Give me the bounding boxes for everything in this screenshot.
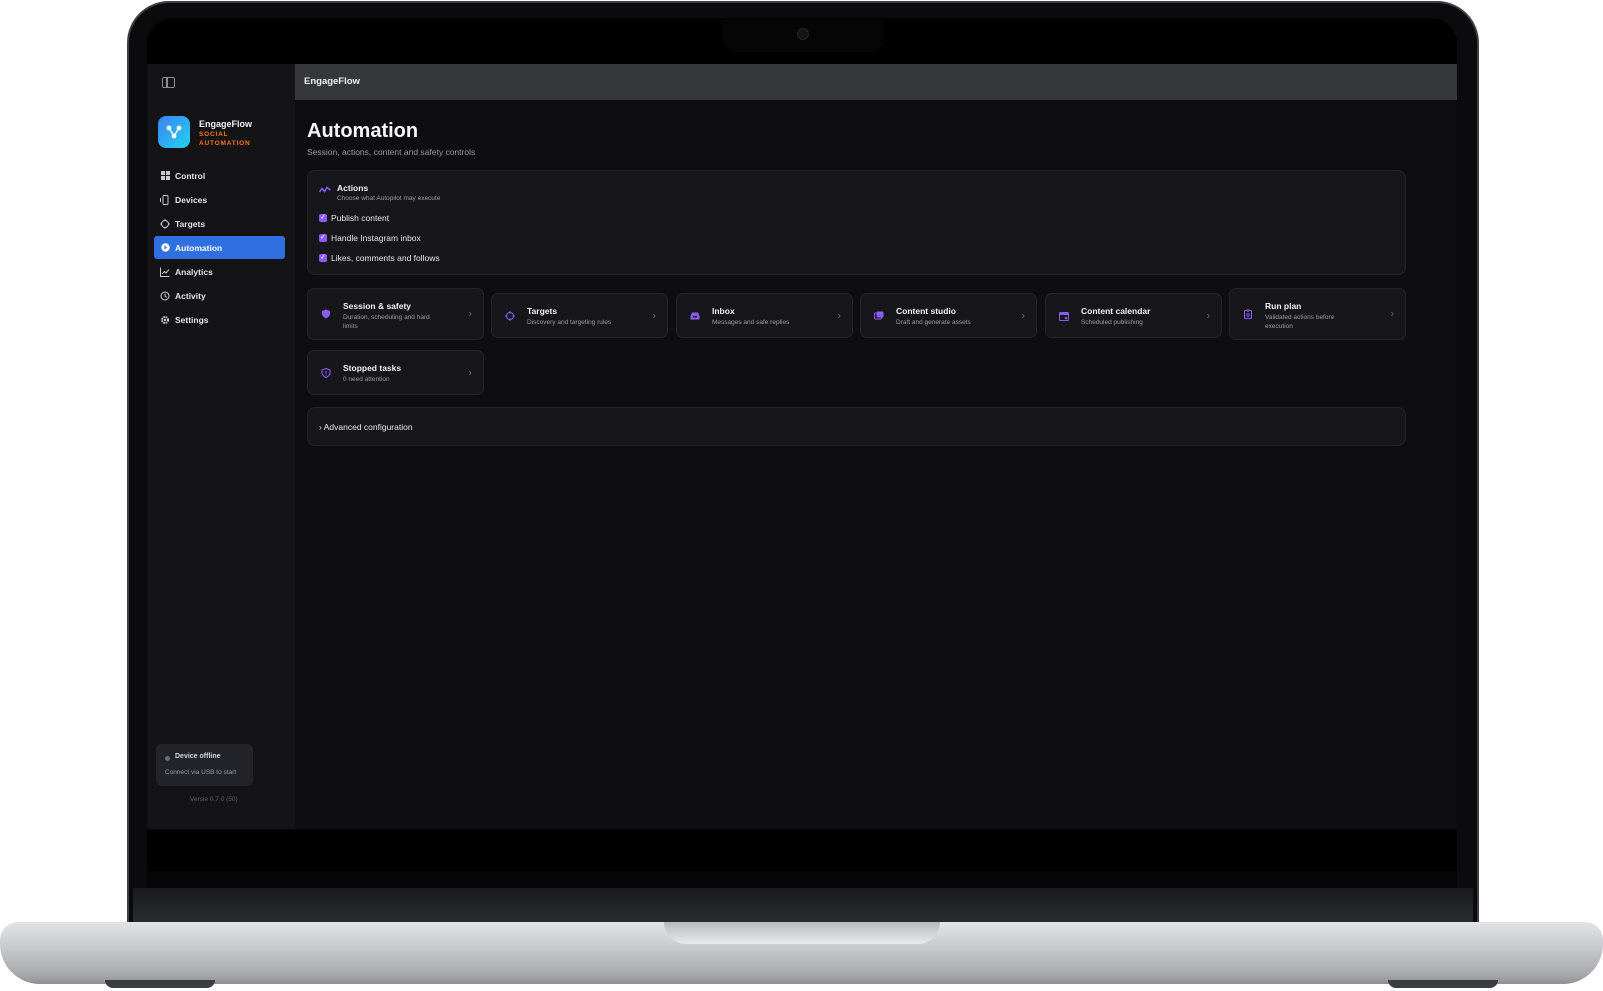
- activity-wave-icon: [319, 186, 331, 193]
- card-title: Inbox: [712, 306, 735, 316]
- checkbox-label: Handle Instagram inbox: [331, 233, 421, 243]
- card-subtitle: Validated actions before execution: [1265, 314, 1335, 330]
- card-inbox[interactable]: Inbox Messages and safe replies ›: [676, 293, 853, 338]
- sidebar-item-label: Analytics: [175, 266, 213, 277]
- advanced-configuration-label: Advanced configuration: [323, 422, 413, 432]
- card-title: Content calendar: [1081, 306, 1151, 316]
- gear-icon: [160, 315, 170, 325]
- sidebar-item-targets[interactable]: Targets: [154, 212, 285, 235]
- app-version: Versie 0.7.0 (50): [190, 796, 238, 803]
- card-subtitle: Draft and generate assets: [896, 319, 971, 326]
- card-run-plan[interactable]: Run plan Validated actions before execut…: [1229, 288, 1406, 340]
- advanced-configuration-toggle[interactable]: › Advanced configuration: [307, 407, 1406, 446]
- shield-icon: [322, 309, 330, 319]
- chevron-right-icon: ›: [468, 308, 472, 320]
- crosshair-icon: [160, 218, 170, 229]
- checkbox-checked-icon[interactable]: ✓: [319, 254, 327, 262]
- device-status-card[interactable]: Device offline Connect via USB to start: [156, 744, 253, 786]
- bottom-bezel: [147, 871, 1457, 888]
- sidebar-item-devices[interactable]: Devices: [154, 188, 285, 211]
- clipboard-icon: [1244, 309, 1252, 319]
- app-logo-icon: [158, 116, 190, 148]
- checkbox-engagement[interactable]: ✓ Likes, comments and follows: [319, 253, 440, 263]
- actions-subtitle: Choose what Autopilot may execute: [337, 195, 441, 202]
- sidebar-nav: Control Devices Targets Automation Analy…: [154, 164, 285, 332]
- checkbox-label: Likes, comments and follows: [331, 253, 440, 263]
- history-icon: [160, 291, 170, 301]
- chevron-right-icon: ›: [1390, 308, 1394, 320]
- card-title: Stopped tasks: [343, 363, 402, 373]
- card-stopped-tasks[interactable]: Stopped tasks 0 need attention ›: [307, 350, 484, 395]
- images-icon: [874, 311, 884, 319]
- brand-name: EngageFlow: [199, 119, 253, 129]
- card-title: Session & safety: [343, 301, 412, 311]
- laptop-hinge: [133, 888, 1473, 924]
- camera-icon: [797, 28, 809, 40]
- phone-icon: [160, 194, 170, 205]
- inbox-icon: [690, 312, 700, 319]
- brand-tagline: SOCIAL AUTOMATION: [199, 131, 251, 147]
- device-status-subtitle: Connect via USB to start: [165, 769, 237, 776]
- sidebar-item-control[interactable]: Control: [154, 164, 285, 187]
- chevron-right-icon: ›: [1021, 310, 1025, 321]
- sidebar-toggle-icon[interactable]: [162, 77, 175, 88]
- checkbox-publish-content[interactable]: ✓ Publish content: [319, 213, 389, 223]
- sidebar-item-label: Targets: [175, 218, 206, 229]
- sidebar-item-analytics[interactable]: Analytics: [154, 260, 285, 283]
- chevron-right-icon: ›: [1206, 310, 1210, 321]
- checkbox-handle-inbox[interactable]: ✓ Handle Instagram inbox: [319, 233, 421, 243]
- card-subtitle: 0 need attention: [343, 376, 390, 383]
- window-title: EngageFlow: [304, 76, 360, 87]
- chevron-right-icon: ›: [837, 310, 841, 321]
- status-dot-icon: [165, 756, 170, 761]
- laptop-opening-notch: [664, 922, 940, 944]
- laptop-foot-left: [105, 980, 215, 988]
- actions-panel: Actions Choose what Autopilot may execut…: [307, 170, 1406, 275]
- sidebar-item-label: Settings: [175, 314, 209, 325]
- card-subtitle: Messages and safe replies: [712, 319, 790, 326]
- card-session-safety[interactable]: Session & safety Duration, scheduling an…: [307, 288, 484, 340]
- crosshair-icon: [505, 310, 515, 321]
- sidebar-item-label: Automation: [175, 242, 223, 253]
- card-content-studio[interactable]: Content studio Draft and generate assets…: [860, 293, 1037, 338]
- card-subtitle: Duration, scheduling and hard limits: [343, 314, 430, 330]
- title-bar: EngageFlow: [295, 64, 1457, 100]
- page-subtitle: Session, actions, content and safety con…: [307, 147, 476, 157]
- checkbox-checked-icon[interactable]: ✓: [319, 234, 327, 242]
- card-title: Content studio: [896, 306, 956, 316]
- card-title: Targets: [527, 306, 558, 316]
- grid-icon: [160, 171, 170, 181]
- app-window: EngageFlow SOCIAL AUTOMATION Control Dev…: [147, 64, 1457, 829]
- sidebar-item-automation[interactable]: Automation: [154, 236, 285, 259]
- checkbox-label: Publish content: [331, 213, 390, 223]
- sidebar: EngageFlow SOCIAL AUTOMATION Control Dev…: [147, 64, 295, 829]
- card-subtitle: Discovery and targeting rules: [527, 319, 612, 326]
- card-title: Run plan: [1265, 301, 1302, 311]
- sidebar-item-activity[interactable]: Activity: [154, 284, 285, 307]
- card-targets[interactable]: Targets Discovery and targeting rules ›: [491, 293, 668, 338]
- automation-icon: [160, 243, 170, 253]
- page-title: Automation: [307, 120, 419, 142]
- calendar-icon: [1059, 311, 1069, 321]
- sidebar-item-label: Activity: [175, 290, 206, 301]
- chevron-right-icon: ›: [652, 310, 656, 321]
- actions-title: Actions: [337, 183, 369, 193]
- chart-icon: [160, 267, 170, 277]
- sidebar-item-label: Control: [175, 170, 206, 181]
- device-status-title: Device offline: [175, 753, 221, 760]
- shield-alert-icon: [321, 367, 331, 378]
- card-subtitle: Scheduled publishing: [1081, 319, 1143, 326]
- laptop-foot-right: [1388, 980, 1498, 988]
- sidebar-item-settings[interactable]: Settings: [154, 308, 285, 331]
- card-content-calendar[interactable]: Content calendar Scheduled publishing ›: [1045, 293, 1222, 338]
- sidebar-item-label: Devices: [175, 194, 208, 205]
- checkbox-checked-icon[interactable]: ✓: [319, 214, 327, 222]
- chevron-right-icon: ›: [468, 367, 472, 378]
